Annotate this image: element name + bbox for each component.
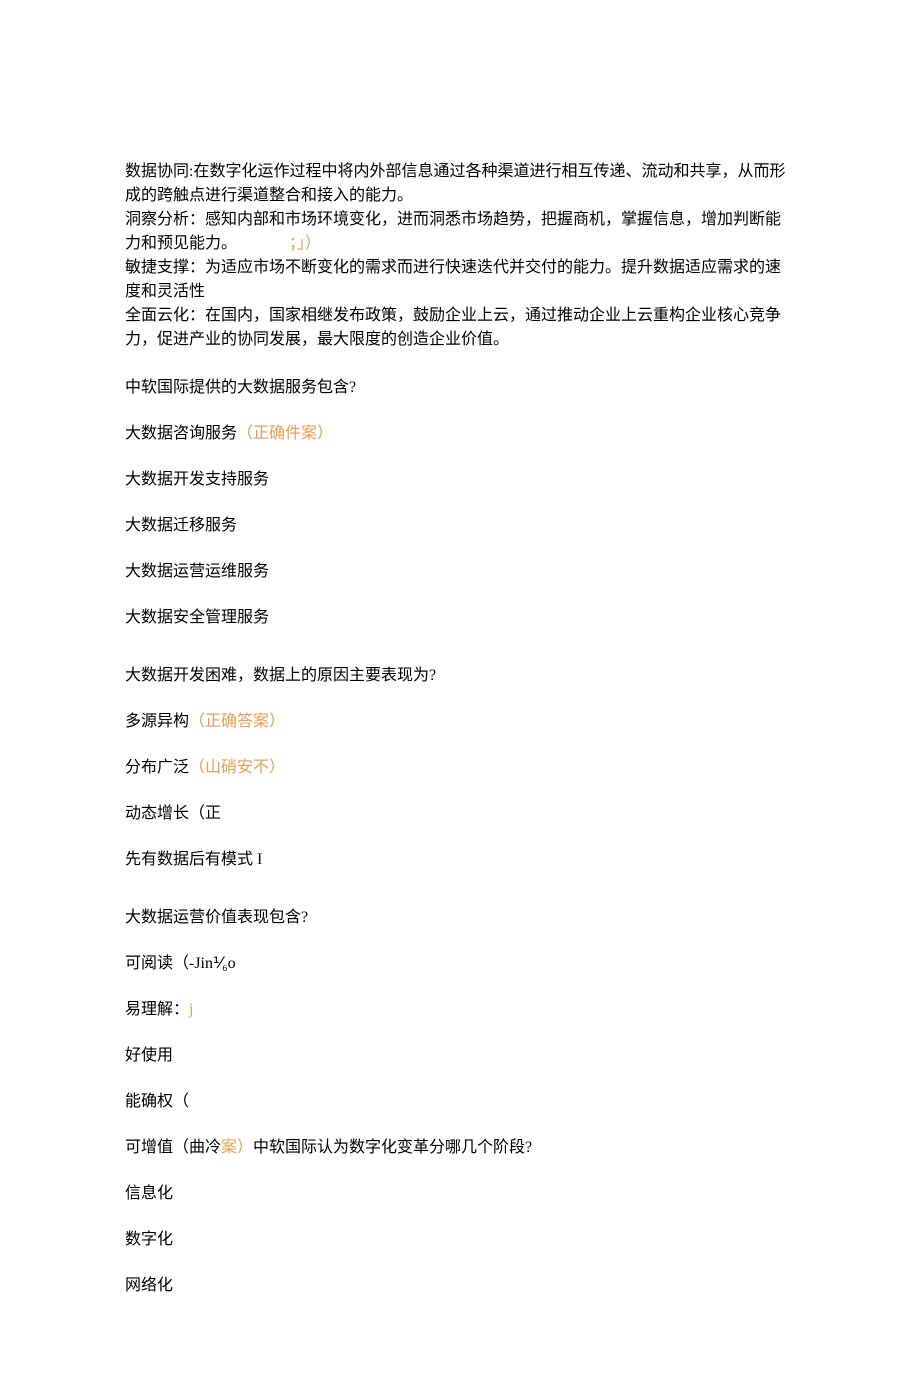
q1-option-4: 大数据运营运维服务 [125,560,795,584]
q1-option-3: 大数据迁移服务 [125,514,795,538]
q3-opt2-mark: j [189,1001,193,1018]
insight-suffix: ；」） [289,235,321,252]
q1-opt1-mark: （正确件案） [237,425,333,442]
q3-option-2: 易理解：j [125,998,795,1022]
q2-opt2-mark: （山硝安不） [189,759,285,776]
q2-option-1: 多源异构（正确答案） [125,710,795,734]
q3-opt5-suffix: 中软国际认为数字化变革分哪几个阶段? [253,1139,532,1156]
q3-opt5-mark: 案） [221,1139,253,1156]
q3-opt5-prefix: 可增值（曲冷 [125,1139,221,1156]
insight-prefix: 洞察分析：感知内部和市场环境变化，进而洞悉市场趋势，把握商机，掌握信息，增加判断… [125,211,781,252]
q1-option-2: 大数据开发支持服务 [125,468,795,492]
q1-opt1-text: 大数据咨询服务 [125,425,237,442]
q3-opt2-text: 易理解： [125,1001,189,1018]
q1-option-5: 大数据安全管理服务 [125,606,795,630]
definition-insight: 洞察分析：感知内部和市场环境变化，进而洞悉市场趋势，把握商机，掌握信息，增加判断… [125,208,795,256]
definition-data-sync: 数据协同:在数字化运作过程中将内外部信息通过各种渠道进行相互传递、流动和共享，从… [125,160,795,208]
q3-option-8: 网络化 [125,1274,795,1298]
definition-cloud: 全面云化：在国内，国家相继发布政策，鼓励企业上云，通过推动企业上云重构企业核心竞… [125,304,795,352]
q1-question: 中软国际提供的大数据服务包含? [125,376,795,400]
q1-option-1: 大数据咨询服务（正确件案） [125,422,795,446]
q2-question: 大数据开发困难，数据上的原因主要表现为? [125,664,795,688]
q2-option-2: 分布广泛（山硝安不） [125,756,795,780]
q2-option-4: 先有数据后有模式 I [125,848,795,872]
q2-opt1-mark: （正确答案） [189,713,285,730]
q3-option-5: 可增值（曲冷案）中软国际认为数字化变革分哪几个阶段? [125,1136,795,1160]
q2-opt2-text: 分布广泛 [125,759,189,776]
q2-opt1-text: 多源异构 [125,713,189,730]
q3-question: 大数据运营价值表现包含? [125,906,795,930]
definition-agile: 敏捷支撑：为适应市场不断变化的需求而进行快速迭代并交付的能力。提升数据适应需求的… [125,256,795,304]
q3-option-6: 信息化 [125,1182,795,1206]
q3-option-4: 能确权（ [125,1090,795,1114]
q2-option-3: 动态增长（正 [125,802,795,826]
q3-option-3: 好使用 [125,1044,795,1068]
q3-option-7: 数字化 [125,1228,795,1252]
q3-option-1: 可阅读（-Jin⅟₆o [125,952,795,976]
